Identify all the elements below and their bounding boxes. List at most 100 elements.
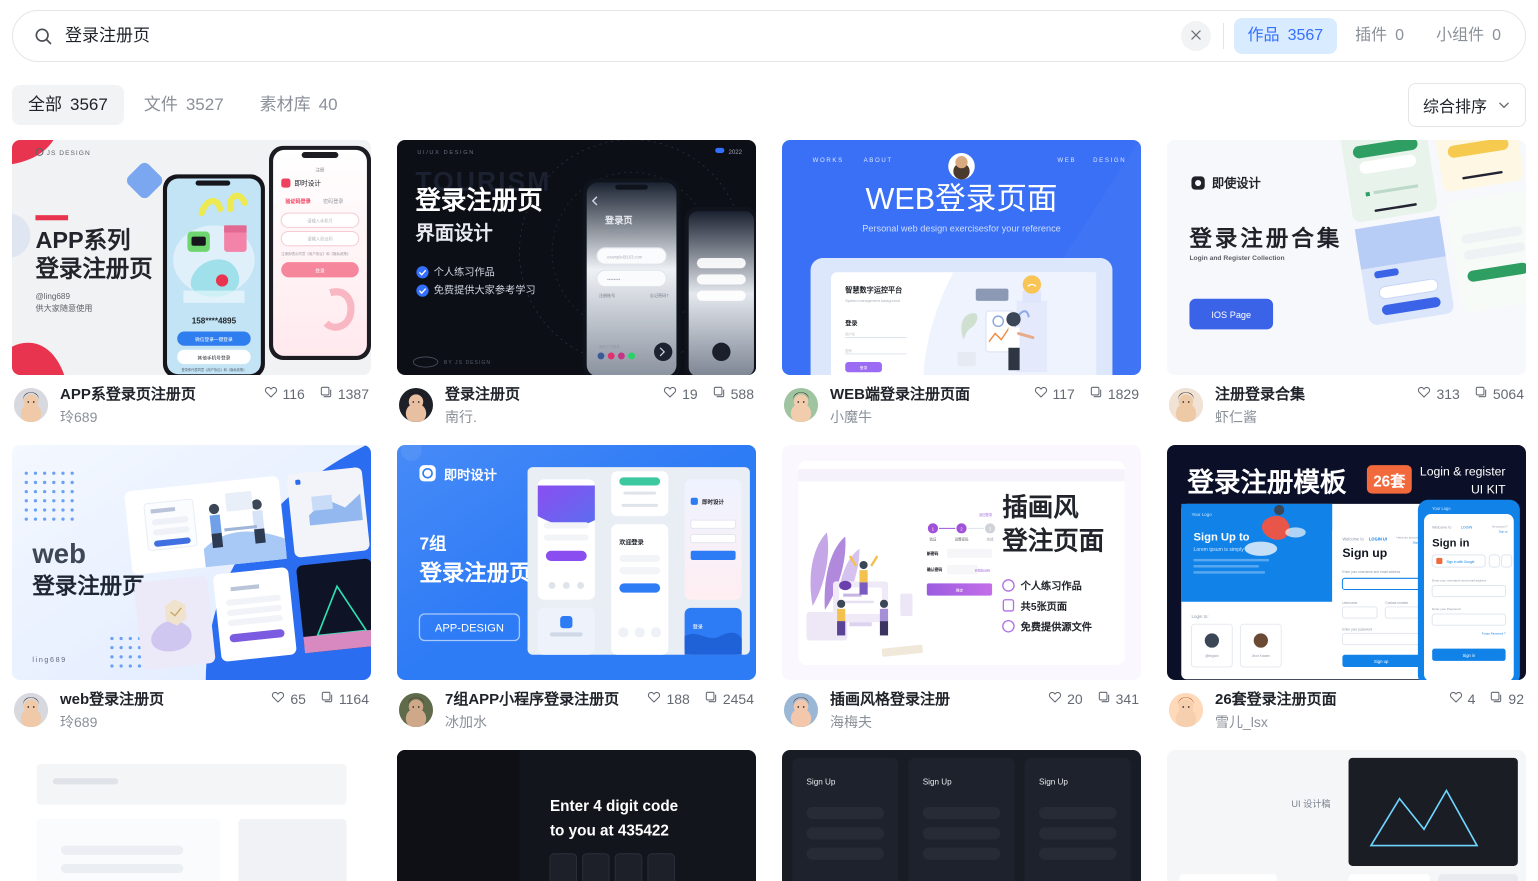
avatar[interactable] bbox=[14, 388, 48, 422]
avatar[interactable] bbox=[784, 388, 818, 422]
svg-text:2022: 2022 bbox=[728, 149, 742, 156]
card-thumbnail[interactable]: 即时设计 7组 登录注册页 APP-DESIGN 欢迎登录 即时设计 登录 bbox=[397, 445, 756, 680]
filter-tab-files-count: 3527 bbox=[185, 95, 224, 114]
result-card[interactable] bbox=[12, 750, 371, 881]
scope-tab-widgets[interactable]: 小组件 0 bbox=[1422, 18, 1515, 54]
svg-text:158****4895: 158****4895 bbox=[192, 316, 237, 325]
svg-text:供大家随意使用: 供大家随意使用 bbox=[35, 303, 92, 313]
card-stats: 116 1387 bbox=[264, 385, 369, 402]
chevron-down-icon bbox=[1497, 98, 1511, 112]
card-meta: 登录注册页 19 588 南行. bbox=[397, 375, 756, 427]
card-thumbnail[interactable]: Enter 4 digit code to you at 435422 bbox=[397, 750, 756, 881]
card-stats: 188 2454 bbox=[647, 690, 754, 707]
result-card[interactable]: WORKS ABOUT WEB DESIGN WEB登录页面 Personal web d… bbox=[782, 140, 1141, 427]
like-stat: 117 bbox=[1034, 385, 1075, 402]
avatar[interactable] bbox=[784, 693, 818, 727]
result-card[interactable]: UI/UX DESIGN 2022 TOURISM 登录注册页 界面设计 个人练习作品 免费… bbox=[397, 140, 756, 427]
svg-text:用户名: 用户名 bbox=[845, 332, 855, 337]
svg-text:Sign up: Sign up bbox=[1374, 659, 1389, 664]
card-title[interactable]: 注册登录合集 bbox=[1215, 383, 1305, 404]
result-card[interactable]: web 登录注册页 ling689 web登录注册页 65 1164 玲689 bbox=[12, 445, 371, 732]
svg-text:Login and Register Collection: Login and Register Collection bbox=[1189, 255, 1284, 262]
svg-text:验证: 验证 bbox=[929, 537, 936, 542]
copy-stat: 341 bbox=[1097, 690, 1139, 707]
svg-text:7组: 7组 bbox=[419, 534, 446, 554]
card-stats: 65 1164 bbox=[271, 690, 369, 707]
result-card[interactable]: Sign Up Sign Up Sign Up bbox=[782, 750, 1141, 881]
avatar[interactable] bbox=[1169, 693, 1203, 727]
card-thumbnail[interactable]: 插画风 登注页面 个人练习作品 共5张页面 免费提供源文件 返回登录 1 2 3 验证 设置密码 完成… bbox=[782, 445, 1141, 680]
filter-tab-all[interactable]: 全部 3567 bbox=[12, 85, 124, 125]
result-card[interactable]: 即时设计 7组 登录注册页 APP-DESIGN 欢迎登录 即时设计 登录 7组APP小程序登… bbox=[397, 445, 756, 732]
card-author[interactable]: 南行. bbox=[445, 407, 754, 427]
filter-tab-assets[interactable]: 素材库 40 bbox=[244, 85, 354, 125]
card-author[interactable]: 虾仁酱 bbox=[1215, 407, 1524, 427]
card-thumbnail[interactable]: Sign Up Sign Up Sign Up bbox=[782, 750, 1141, 881]
card-title[interactable]: WEB端登录注册页面 bbox=[830, 383, 970, 404]
filter-tab-files[interactable]: 文件 3527 bbox=[128, 85, 240, 125]
avatar[interactable] bbox=[399, 693, 433, 727]
filter-tabs: 全部 3567 文件 3527 素材库 40 bbox=[12, 85, 354, 125]
like-count: 20 bbox=[1067, 690, 1083, 707]
svg-text:ABOUT: ABOUT bbox=[864, 157, 893, 164]
sort-dropdown[interactable]: 综合排序 bbox=[1407, 83, 1526, 127]
filter-tab-files-label: 文件 bbox=[143, 95, 178, 114]
card-thumbnail[interactable]: WORKS ABOUT WEB DESIGN WEB登录页面 Personal web d… bbox=[782, 140, 1141, 375]
svg-text:注册: 注册 bbox=[315, 166, 325, 173]
card-thumbnail[interactable] bbox=[12, 750, 371, 881]
card-title[interactable]: 插画风格登录注册 bbox=[830, 688, 950, 709]
result-card[interactable]: UI 设计稿 bbox=[1167, 750, 1526, 881]
card-author[interactable]: 玲689 bbox=[60, 407, 369, 427]
card-title[interactable]: APP系登录页注册页 bbox=[60, 383, 196, 404]
scope-tab-works[interactable]: 作品 3567 bbox=[1233, 18, 1338, 54]
svg-text:IOS Page: IOS Page bbox=[1211, 310, 1251, 320]
card-title[interactable]: web登录注册页 bbox=[60, 688, 164, 709]
result-card[interactable]: JS DESIGN APP系列 登录注册页 @ling689 供大家随意使用 注册 即时设计… bbox=[12, 140, 371, 427]
search-bar[interactable]: 作品 3567 插件 0 小组件 0 bbox=[12, 10, 1526, 62]
card-meta: 26套登录注册页面 4 92 雪儿_lsx bbox=[1167, 680, 1526, 732]
card-author[interactable]: 小魔牛 bbox=[830, 407, 1139, 427]
svg-text:Sign in: Sign in bbox=[1463, 653, 1475, 658]
svg-text:插画风: 插画风 bbox=[1002, 494, 1079, 522]
copy-count: 1387 bbox=[337, 385, 369, 402]
svg-text:LOGIN: LOGIN bbox=[1461, 525, 1473, 529]
svg-text:Personal web design exercisesf: Personal web design exercisesfor your re… bbox=[862, 223, 1061, 233]
svg-text:Welcome to: Welcome to bbox=[1432, 525, 1451, 529]
card-author[interactable]: 冰加水 bbox=[445, 712, 754, 732]
result-card[interactable]: Enter 4 digit code to you at 435422 bbox=[397, 750, 756, 881]
card-author[interactable]: 雪儿_lsx bbox=[1215, 712, 1524, 732]
svg-text:APP-DESIGN: APP-DESIGN bbox=[435, 622, 504, 634]
card-thumbnail[interactable]: 登录注册模板 26套 Login & register UI KIT Your Logo… bbox=[1167, 445, 1526, 680]
divider bbox=[1222, 23, 1224, 49]
heart-icon bbox=[1449, 690, 1463, 707]
card-author[interactable]: 玲689 bbox=[60, 712, 369, 732]
svg-text:即时设计: 即时设计 bbox=[702, 498, 725, 506]
svg-text:即时设计: 即时设计 bbox=[295, 179, 322, 188]
svg-text:@bbyjoln: @bbyjoln bbox=[1205, 654, 1219, 658]
card-thumbnail[interactable]: web 登录注册页 ling689 bbox=[12, 445, 371, 680]
card-thumbnail[interactable]: UI/UX DESIGN 2022 TOURISM 登录注册页 界面设计 个人练习作品 免费… bbox=[397, 140, 756, 375]
clear-search-button[interactable] bbox=[1180, 21, 1211, 51]
card-title[interactable]: 7组APP小程序登录注册页 bbox=[445, 688, 619, 709]
result-card[interactable]: 即使设计 登录注册合集 Login and Register Collection I… bbox=[1167, 140, 1526, 427]
like-count: 4 bbox=[1467, 690, 1476, 707]
card-author[interactable]: 海梅夫 bbox=[830, 712, 1139, 732]
result-card[interactable]: 登录注册模板 26套 Login & register UI KIT Your Logo… bbox=[1167, 445, 1526, 732]
card-stats: 313 5064 bbox=[1417, 385, 1524, 402]
result-card[interactable]: 插画风 登注页面 个人练习作品 共5张页面 免费提供源文件 返回登录 1 2 3 验证 设置密码 完成… bbox=[782, 445, 1141, 732]
card-thumbnail[interactable]: JS DESIGN APP系列 登录注册页 @ling689 供大家随意使用 注册 即时设计… bbox=[12, 140, 371, 375]
avatar[interactable] bbox=[399, 388, 433, 422]
search-input[interactable] bbox=[65, 24, 1181, 48]
svg-text:Enter your Password: Enter your Password bbox=[1432, 607, 1461, 611]
scope-tab-plugins[interactable]: 插件 0 bbox=[1341, 18, 1418, 54]
card-thumbnail[interactable]: 即使设计 登录注册合集 Login and Register Collection I… bbox=[1167, 140, 1526, 375]
card-title[interactable]: 26套登录注册页面 bbox=[1215, 688, 1337, 709]
avatar[interactable] bbox=[14, 693, 48, 727]
results-grid: JS DESIGN APP系列 登录注册页 @ling689 供大家随意使用 注册 即时设计… bbox=[0, 140, 1538, 881]
svg-text:No account ?: No account ? bbox=[1492, 524, 1508, 528]
svg-text:WEB: WEB bbox=[1057, 157, 1076, 164]
card-title[interactable]: 登录注册页 bbox=[445, 383, 520, 404]
avatar[interactable] bbox=[1169, 388, 1203, 422]
card-thumbnail[interactable]: UI 设计稿 bbox=[1167, 750, 1526, 881]
filter-tab-all-count: 3567 bbox=[70, 95, 108, 114]
